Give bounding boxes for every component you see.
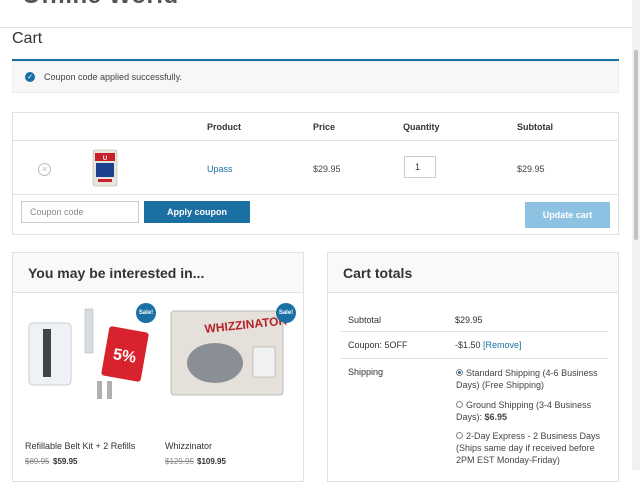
cross-sells-panel: You may be interested in... 5% Sale! Ref… [12,252,304,482]
notice-text: Coupon code applied successfully. [44,72,182,82]
original-price: $129.95 [165,457,194,466]
header-product: Product [207,122,242,132]
sale-price: $109.95 [197,457,226,466]
cart-totals-title: Cart totals [328,253,618,293]
coupon-code-input[interactable]: Coupon code [21,201,139,223]
shipping-option-price: $6.95 [484,412,508,422]
site-title[interactable]: Offline World [22,0,179,10]
radio-icon[interactable] [456,432,463,439]
product-name-link[interactable]: Refillable Belt Kit + 2 Refills [25,441,135,451]
shipping-option[interactable]: 2-Day Express - 2 Business Days (Ships s… [456,430,606,466]
radio-icon[interactable] [456,401,463,408]
whizzinator-image[interactable]: WHIZZINATOR [165,303,290,403]
remove-coupon-link[interactable]: [Remove] [483,340,522,350]
original-price: $89.95 [25,457,50,466]
shipping-option-text: Standard Shipping (4-6 Business Days) (F… [456,368,598,390]
totals-divider [340,331,608,332]
header-divider [0,27,632,28]
subtotal-label: Subtotal [348,315,382,325]
remove-item-icon[interactable]: × [38,163,51,176]
update-cart-button[interactable]: Update cart [525,202,610,228]
belt-kit-image[interactable]: 5% [25,303,150,403]
header-quantity: Quantity [403,122,440,132]
sale-price: $59.95 [53,457,78,466]
quantity-input[interactable]: 1 [404,156,436,178]
shipping-option[interactable]: Standard Shipping (4-6 Business Days) (F… [456,367,606,391]
radio-selected-icon[interactable] [456,369,463,376]
cart-table: Product Price Quantity Subtotal × U Upas… [12,112,619,235]
page-title: Cart [12,30,43,47]
svg-text:U: U [103,156,107,162]
coupon-discount: -$1.50 [455,340,481,350]
table-row-divider [13,194,618,195]
apply-coupon-button[interactable]: Apply coupon [144,201,250,223]
coupon-value-row: -$1.50 [Remove] [455,340,522,350]
coupon-label: Coupon: 5OFF [348,340,408,350]
shipping-option-text: 2-Day Express - 2 Business Days (Ships s… [456,431,601,465]
sale-badge: Sale! [136,303,156,323]
subtotal-value: $29.95 [455,315,483,325]
product-card[interactable]: WHIZZINATOR Sale! Whizzinator $129.95 $1… [165,303,296,473]
shipping-label: Shipping [348,367,384,377]
product-thumbnail[interactable]: U [91,149,119,187]
scrollbar-thumb[interactable] [634,50,638,240]
product-card[interactable]: 5% Sale! Refillable Belt Kit + 2 Refills… [25,303,156,473]
product-price: $29.95 [313,164,341,174]
shipping-option[interactable]: Ground Shipping (3-4 Business Days): $6.… [456,399,606,423]
product-subtotal: $29.95 [517,164,545,174]
sale-badge: Sale! [276,303,296,323]
cart-totals-panel: Cart totals Subtotal $29.95 Coupon: 5OFF… [327,252,619,482]
header-price: Price [313,122,336,132]
header-subtotal: Subtotal [517,122,553,132]
success-notice: ✓ Coupon code applied successfully. [12,61,619,93]
table-header-divider [13,140,618,141]
shipping-option-text: Ground Shipping (3-4 Business Days): [456,400,592,422]
product-name-link[interactable]: Whizzinator [165,441,212,451]
totals-divider [340,358,608,359]
check-circle-icon: ✓ [25,72,35,82]
cross-sells-title: You may be interested in... [13,253,303,293]
product-name-link[interactable]: Upass [207,164,233,174]
